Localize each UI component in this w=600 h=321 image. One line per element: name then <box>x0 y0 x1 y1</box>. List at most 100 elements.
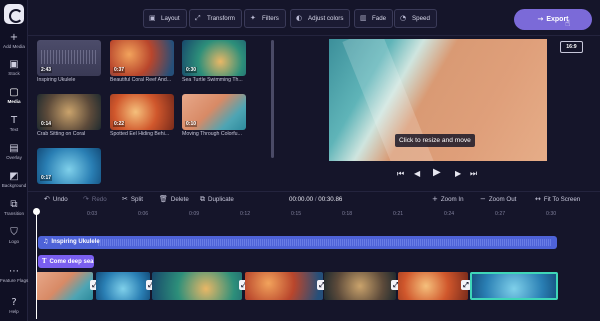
stock-icon: ▣ <box>9 59 19 70</box>
plus-icon: + <box>9 32 19 43</box>
undo-icon: ↶ <box>44 195 50 203</box>
sidebar-item-overlay[interactable]: ▤ Overlay <box>0 143 28 161</box>
audio-clip[interactable]: ♫ Inspiring Ukulele <box>38 236 557 249</box>
undo-button[interactable]: ↶ Undo <box>44 195 68 203</box>
media-thumbnail[interactable]: 0:30 <box>182 40 246 76</box>
filters-icon: ✦ <box>250 14 256 22</box>
split-button[interactable]: ✂ Split <box>122 195 143 203</box>
sidebar-item-label: Media <box>7 99 21 104</box>
sidebar-item-logo[interactable]: ⛉ Logo <box>0 227 28 245</box>
speed-label: Speed <box>412 15 430 22</box>
sidebar-item-label: Add Media <box>3 44 25 49</box>
media-thumbnail[interactable]: 0:10 <box>182 94 246 130</box>
duration-badge: 0:30 <box>185 67 198 73</box>
duration-badge: 0:37 <box>113 67 126 73</box>
media-thumbnail[interactable]: 0:37 <box>110 40 174 76</box>
arrow-right-icon: → <box>537 15 544 23</box>
media-thumbnail[interactable]: 0:14 <box>37 94 101 130</box>
redo-label: Redo <box>91 196 107 203</box>
video-clip[interactable] <box>152 272 242 300</box>
media-thumbnail[interactable]: 2:43 <box>37 40 101 76</box>
selected-video-clip[interactable] <box>470 272 558 300</box>
skip-forward-icon[interactable]: ⏭ <box>470 169 477 179</box>
sidebar-item-stock[interactable]: ▣ Stock <box>0 59 28 77</box>
transform-icon: ⤢ <box>195 14 201 22</box>
media-title: Moving Through Colorfu... <box>182 131 242 137</box>
fit-to-screen-button[interactable]: ↔ Fit To Screen <box>535 195 580 203</box>
text-clip[interactable]: T Come deep sea <box>38 255 94 268</box>
delete-button[interactable]: 🗑 Delete <box>159 195 189 203</box>
speed-button[interactable]: ◔ Speed <box>394 9 437 28</box>
video-clip[interactable] <box>245 272 323 300</box>
help-icon: ? <box>11 297 17 308</box>
ruler-tick: 0:06 <box>138 211 149 217</box>
shield-icon: ⛉ <box>10 227 18 238</box>
sidebar-item-transition[interactable]: ⧉ Transition <box>0 199 28 217</box>
timeline-ruler[interactable]: 0:03 0:06 0:09 0:12 0:15 0:18 0:21 0:24 … <box>28 208 600 221</box>
sidebar-item-text[interactable]: T Text <box>0 115 28 133</box>
aspect-ratio-button[interactable]: 16:9 <box>560 41 583 53</box>
duration-badge: 0:10 <box>185 121 198 127</box>
transition-icon: ⧉ <box>10 199 18 210</box>
sidebar-item-label: Overlay <box>6 155 22 160</box>
zoom-out-button[interactable]: − Zoom Out <box>480 195 516 203</box>
video-track: ⤢ ⤢ ⤢ ⤢ ⤢ ⤢ <box>36 272 558 300</box>
filters-button[interactable]: ✦ Filters <box>244 9 286 28</box>
play-icon[interactable]: ▶ <box>433 167 441 178</box>
fit-to-screen-label: Fit To Screen <box>543 196 581 203</box>
zoom-in-button[interactable]: + Zoom In <box>432 195 464 203</box>
sidebar-item-media[interactable]: ▢ Media <box>0 87 28 105</box>
pointer-cursor-icon: ☝ <box>565 19 571 29</box>
ruler-tick: 0:24 <box>444 211 455 217</box>
video-clip[interactable] <box>324 272 396 300</box>
sidebar-item-feature-flags[interactable]: ⋯ Feature Flags <box>0 266 28 284</box>
sidebar-item-background[interactable]: ◩ Background <box>0 171 28 189</box>
plus-icon: + <box>432 195 438 203</box>
sidebar-item-label: Stock <box>8 71 20 76</box>
ruler-tick: 0:15 <box>291 211 302 217</box>
media-thumbnail[interactable]: 0:17 <box>37 148 101 184</box>
timecode: 00:00.00 / 00:30.86 <box>289 196 342 203</box>
adjust-colors-label: Adjust colors <box>308 15 344 22</box>
sidebar-item-label: Logo <box>8 239 20 244</box>
skip-back-icon[interactable]: ⏮ <box>397 169 404 179</box>
transform-button[interactable]: ⤢ Transform <box>189 9 242 28</box>
more-icon: ⋯ <box>9 266 19 277</box>
duration-badge: 0:22 <box>113 121 126 127</box>
text-clip-title: Come deep sea <box>49 259 94 265</box>
app-logo[interactable] <box>4 4 24 24</box>
zoom-in-label: Zoom In <box>440 196 464 203</box>
audio-clip-label: ♫ Inspiring Ukulele <box>43 238 100 245</box>
fade-label: Fade <box>372 15 387 22</box>
media-title: Inspiring Ukulele <box>37 77 76 83</box>
sidebar-item-label: Background <box>1 183 27 188</box>
scissors-icon: ✂ <box>122 195 128 203</box>
video-clip[interactable] <box>36 272 93 300</box>
left-sidebar: + Add Media ▣ Stock ▢ Media T Text ▤ Ove… <box>0 0 28 321</box>
fade-button[interactable]: ▥ Fade <box>354 9 394 28</box>
rewind-icon[interactable]: ◀ <box>414 169 420 178</box>
layout-button[interactable]: ▣ Layout <box>143 9 187 28</box>
music-note-icon: ♫ <box>43 238 49 245</box>
video-clip[interactable] <box>96 272 150 300</box>
export-button[interactable]: → Export <box>514 9 592 30</box>
playhead[interactable] <box>33 208 40 319</box>
video-clip[interactable] <box>398 272 468 300</box>
redo-icon: ↷ <box>83 195 89 203</box>
sidebar-item-label: Feature Flags <box>0 278 29 283</box>
sidebar-item-help[interactable]: ? Help <box>0 297 28 315</box>
redo-button[interactable]: ↷ Redo <box>83 195 107 203</box>
minus-icon: − <box>480 195 486 203</box>
fast-forward-icon[interactable]: ▶ <box>455 169 461 178</box>
sidebar-item-add-media[interactable]: + Add Media <box>0 32 28 50</box>
media-thumbnail[interactable]: 0:22 <box>110 94 174 130</box>
ruler-tick: 0:21 <box>393 211 404 217</box>
sidebar-item-label: Text <box>9 127 19 132</box>
text-icon: T <box>10 115 18 126</box>
total-time: 00:30.86 <box>318 196 343 203</box>
undo-label: Undo <box>52 196 68 203</box>
duplicate-button[interactable]: ⧉ Duplicate <box>200 195 234 204</box>
fade-icon: ▥ <box>360 14 367 22</box>
adjust-colors-button[interactable]: ◐ Adjust colors <box>290 9 351 28</box>
library-scrollbar[interactable] <box>271 40 274 158</box>
